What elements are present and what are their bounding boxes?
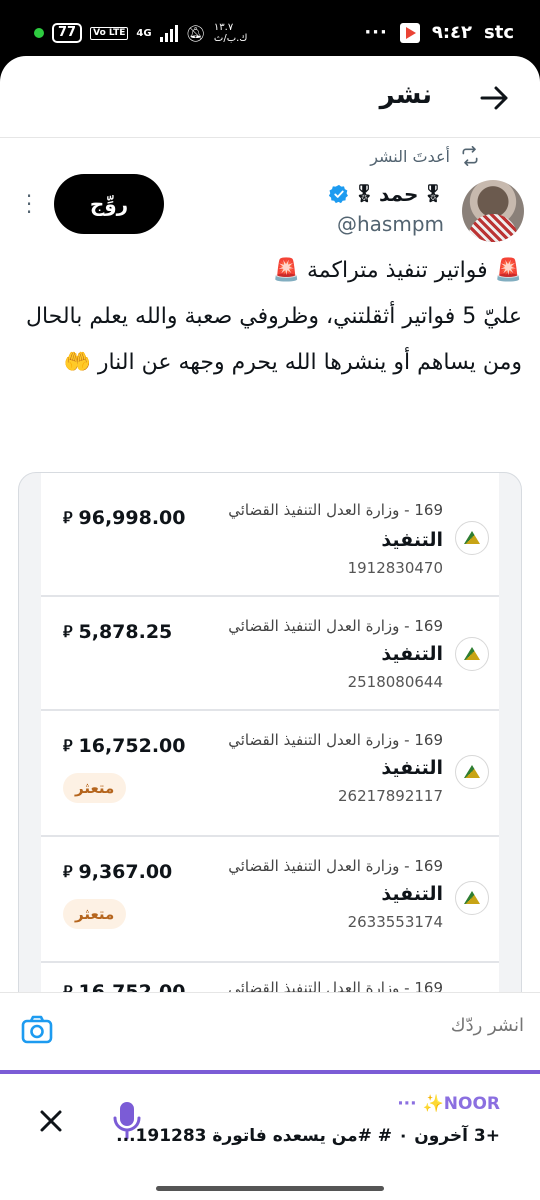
post-screen: نشر أعدتَ النشر 🎖 حمد 🎖 @hasmpm روِّج · ·… bbox=[0, 56, 540, 1200]
bill-number: 26217892117 bbox=[338, 787, 443, 805]
ministry-logo-icon bbox=[455, 637, 489, 671]
name-emoji-left: 🎖 bbox=[353, 184, 376, 204]
space-host-name: NOOR✨ bbox=[422, 1094, 500, 1114]
author-name: حمد bbox=[379, 182, 419, 206]
riyal-icon: ⃁ bbox=[63, 622, 73, 641]
riyal-icon: ⃁ bbox=[63, 862, 73, 881]
camera-icon[interactable] bbox=[20, 1013, 54, 1047]
bill-amount: 96,998.00 bbox=[78, 507, 186, 529]
tweet-line-1: 🚨 فواتير تنفيذ متراكمة 🚨 bbox=[272, 258, 522, 283]
carrier-name: stc bbox=[484, 22, 514, 43]
signal-bars-icon bbox=[159, 24, 178, 42]
ministry-logo-icon bbox=[455, 881, 489, 915]
bill-kind: التنفيذ bbox=[381, 643, 443, 665]
tweet-line-3: ومن يساهم أو ينشرها الله يحرم وجهه عن ال… bbox=[63, 350, 522, 375]
bill-item: 169 - وزارة العدل التنفيذ القضائي التنفي… bbox=[41, 837, 499, 963]
repost-icon bbox=[462, 146, 478, 166]
bill-ministry: 169 - وزارة العدل التنفيذ القضائي bbox=[228, 857, 443, 875]
tweet-image[interactable]: 169 - وزارة العدل التنفيذ القضائي التنفي… bbox=[18, 472, 522, 1032]
notification-dots-icon: ··· bbox=[364, 22, 388, 43]
bill-amount-row: ⃁ 9,367.00 bbox=[63, 861, 172, 883]
bill-amount-row: ⃁ 16,752.00 bbox=[63, 735, 186, 757]
bill-kind: التنفيذ bbox=[381, 757, 443, 779]
space-title: +3 آخرون ٠ # #من يسعده فاتورة 191283... bbox=[116, 1126, 500, 1146]
tweet-body: 🚨 فواتير تنفيذ متراكمة 🚨 عليّ 5 فواتير أ… bbox=[17, 248, 522, 386]
bill-amount: 9,367.00 bbox=[78, 861, 173, 883]
ministry-logo-icon bbox=[455, 755, 489, 789]
space-more-icon: ··· bbox=[397, 1094, 417, 1114]
bill-number: 1912830470 bbox=[347, 559, 443, 577]
bill-ministry: 169 - وزارة العدل التنفيذ القضائي bbox=[228, 617, 443, 635]
bill-kind: التنفيذ bbox=[381, 883, 443, 905]
battery-indicator: 77 bbox=[52, 23, 83, 43]
recording-dot-icon bbox=[34, 28, 44, 38]
author-name-row[interactable]: 🎖 حمد 🎖 bbox=[329, 182, 444, 206]
home-indicator[interactable] bbox=[156, 1186, 384, 1191]
page-title: نشر bbox=[379, 80, 432, 110]
reply-composer bbox=[0, 992, 540, 1070]
close-icon[interactable] bbox=[36, 1106, 66, 1136]
status-left-group: 77 Vo LTE 4G 🔕︎ ١٣.٧ ك.ب/ث bbox=[34, 22, 256, 44]
ministry-logo-icon bbox=[455, 521, 489, 555]
reply-input[interactable] bbox=[144, 1015, 524, 1036]
volte-icon: Vo LTE bbox=[90, 26, 129, 40]
bill-number: 2518080644 bbox=[347, 673, 443, 691]
bill-item: 169 - وزارة العدل التنفيذ القضائي التنفي… bbox=[41, 597, 499, 711]
bill-amount-row: ⃁ 5,878.25 bbox=[63, 621, 172, 643]
clock: ٩:٤٢ bbox=[431, 22, 472, 43]
live-space-bar[interactable]: NOOR✨ ··· +3 آخرون ٠ # #من يسعده فاتورة … bbox=[0, 1074, 540, 1200]
back-arrow-icon[interactable] bbox=[478, 82, 510, 114]
riyal-icon: ⃁ bbox=[63, 508, 73, 527]
verified-icon bbox=[329, 184, 349, 204]
name-emoji-right: 🎖 bbox=[422, 184, 444, 204]
repost-label: أعدتَ النشر bbox=[370, 146, 450, 166]
bills-list: 169 - وزارة العدل التنفيذ القضائي التنفي… bbox=[41, 473, 499, 1031]
tweet-line-2: عليّ 5 فواتير أثقلتني، وظروفي صعبة والله… bbox=[25, 304, 522, 329]
status-badge: متعثر bbox=[63, 773, 127, 803]
bill-ministry: 169 - وزارة العدل التنفيذ القضائي bbox=[228, 501, 443, 519]
space-host-row: NOOR✨ ··· bbox=[397, 1094, 500, 1114]
bill-amount-row: ⃁ 96,998.00 bbox=[63, 507, 186, 529]
network-type: 4G bbox=[136, 27, 152, 39]
author-handle[interactable]: @hasmpm bbox=[337, 212, 444, 236]
top-bar: نشر bbox=[0, 56, 540, 138]
riyal-icon: ⃁ bbox=[63, 736, 73, 755]
play-store-icon bbox=[399, 22, 420, 43]
bill-ministry: 169 - وزارة العدل التنفيذ القضائي bbox=[228, 731, 443, 749]
repost-indicator: أعدتَ النشر bbox=[370, 146, 480, 166]
bill-item: 169 - وزارة العدل التنفيذ القضائي التنفي… bbox=[41, 473, 499, 597]
bill-amount: 16,752.00 bbox=[78, 735, 186, 757]
status-badge: متعثر bbox=[63, 899, 127, 929]
bill-kind: التنفيذ bbox=[381, 529, 443, 551]
promote-button[interactable]: روِّج bbox=[54, 174, 164, 234]
mute-icon: 🔕︎ bbox=[185, 23, 206, 43]
more-icon[interactable]: · · · bbox=[22, 186, 36, 222]
status-right-group: ··· ٩:٤٢ stc bbox=[364, 22, 514, 43]
bill-amount: 5,878.25 bbox=[78, 621, 173, 643]
bill-item: 169 - وزارة العدل التنفيذ القضائي التنفي… bbox=[41, 711, 499, 837]
bill-number: 2633553174 bbox=[347, 913, 443, 931]
author-avatar[interactable] bbox=[462, 180, 524, 242]
network-speed: ١٣.٧ ك.ب/ث bbox=[213, 22, 248, 44]
